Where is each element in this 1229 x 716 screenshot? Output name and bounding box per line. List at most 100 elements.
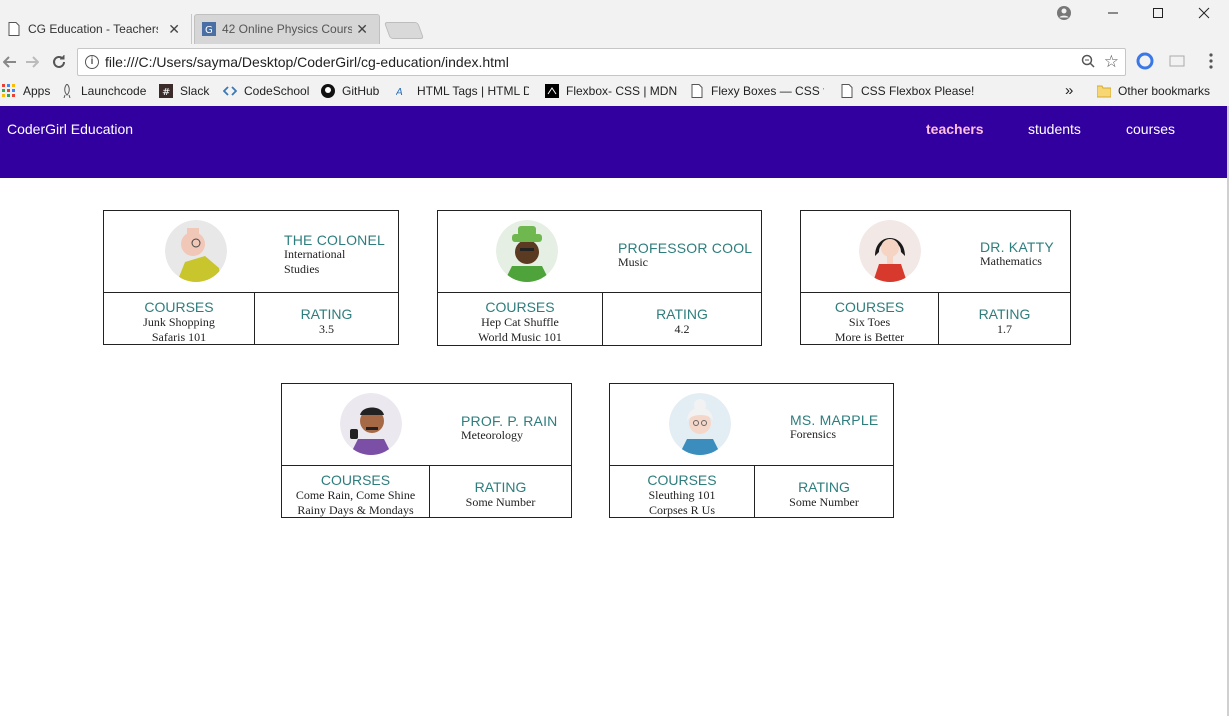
teacher-subject: International Studies <box>284 247 346 276</box>
teacher-subject: Music <box>618 255 648 269</box>
document-icon <box>841 84 853 98</box>
bookmark-css-flexbox-please[interactable]: CSS Flexbox Please! <box>840 84 974 98</box>
teacher-subject: Meteorology <box>461 428 523 442</box>
bookmark-label: Slack <box>180 84 210 98</box>
teacher-avatar <box>859 220 921 282</box>
tab-physics-course[interactable]: G 42 Online Physics Course ✕ <box>194 14 380 44</box>
course-item: More is Better <box>834 330 905 344</box>
rating-heading: RATING <box>798 479 850 495</box>
bookmark-label: CSS Flexbox Please! <box>861 84 975 98</box>
courses-column: COURSES Sleuthing 101 Corpses R Us <box>610 466 754 517</box>
document-icon <box>691 84 703 98</box>
browser-toolbar: i file:///C:/Users/sayma/Desktop/CoderGi… <box>0 44 1229 80</box>
courses-heading: COURSES <box>485 299 555 315</box>
teacher-avatar <box>496 220 558 282</box>
bookmark-label: GitHub <box>342 84 380 98</box>
courses-heading: COURSES <box>647 472 717 488</box>
forward-icon[interactable] <box>22 52 42 72</box>
nav-courses[interactable]: courses <box>1126 121 1175 137</box>
rating-column: RATING 1.7 <box>939 293 1070 344</box>
rating-value: 1.7 <box>997 322 1012 336</box>
back-icon[interactable] <box>0 52 20 72</box>
bookmark-flexy-boxes[interactable]: Flexy Boxes — CSS fle <box>690 84 824 98</box>
tab-cg-education[interactable]: CG Education - Teachers ✕ <box>0 14 192 44</box>
minimize-icon[interactable] <box>1098 2 1128 24</box>
bookmark-label: Flexy Boxes — CSS fle <box>711 84 824 98</box>
svg-text:G: G <box>205 25 213 36</box>
reload-icon[interactable] <box>49 52 69 72</box>
browser-tabstrip: CG Education - Teachers ✕ G 42 Online Ph… <box>0 0 1229 44</box>
apps-grid-icon <box>2 84 15 97</box>
course-item: World Music 101 <box>478 330 562 344</box>
teacher-name: DR. KATTY <box>980 239 1054 255</box>
courses-column: COURSES Six Toes More is Better <box>801 293 938 344</box>
nav-teachers[interactable]: teachers <box>926 121 984 137</box>
teacher-card: DR. KATTY Mathematics COURSES Six Toes M… <box>800 210 1071 345</box>
course-item: Six Toes <box>848 315 891 329</box>
bookmark-label: Launchcode <box>81 84 147 98</box>
extension-circle-icon[interactable] <box>1136 52 1154 70</box>
teacher-card: PROFESSOR COOL Music COURSES Hep Cat Shu… <box>437 210 762 346</box>
html-tags-icon: A <box>396 87 403 98</box>
rating-heading: RATING <box>656 306 708 322</box>
document-icon <box>8 22 20 36</box>
teacher-avatar <box>669 393 731 455</box>
teacher-card: THE COLONEL International Studies COURSE… <box>103 210 399 345</box>
github-icon <box>321 84 335 98</box>
course-item: Sleuthing 101 <box>648 488 716 502</box>
teacher-card: MS. MARPLE Forensics COURSES Sleuthing 1… <box>609 383 894 518</box>
bookmark-flexbox-mdn[interactable]: Flexbox- CSS | MDN <box>545 84 677 98</box>
courses-heading: COURSES <box>320 472 391 488</box>
courses-heading: COURSES <box>834 299 905 315</box>
svg-text:A: A <box>396 87 403 98</box>
course-item: Hep Cat Shuffle <box>481 315 559 329</box>
teacher-name: PROF. P. RAIN <box>461 413 558 429</box>
close-window-icon[interactable] <box>1189 2 1219 24</box>
rating-value: 4.2 <box>674 322 690 336</box>
zoom-icon[interactable] <box>1081 54 1095 72</box>
teacher-avatar <box>340 393 402 455</box>
course-item: Safaris 101 <box>151 330 207 344</box>
teacher-card: PROF. P. RAIN Meteorology COURSES Come R… <box>281 383 572 518</box>
teacher-name: THE COLONEL <box>284 232 385 248</box>
rating-value: Some Number <box>465 495 536 509</box>
new-tab-button[interactable] <box>383 22 425 39</box>
rating-column: RATING 4.2 <box>603 293 761 345</box>
courses-heading: COURSES <box>144 299 214 315</box>
bookmark-slack[interactable]: # Slack <box>159 84 209 98</box>
site-favicon-icon: G <box>202 22 216 36</box>
folder-icon <box>1097 85 1111 98</box>
bookmark-launchcode[interactable]: Launchcode <box>60 84 146 98</box>
bookmark-star-icon[interactable]: ☆ <box>1104 52 1119 72</box>
bookmark-apps[interactable]: Apps <box>2 84 50 98</box>
info-icon[interactable]: i <box>85 55 99 69</box>
bookmark-codeschool[interactable]: CodeSchool <box>223 84 309 98</box>
more-bookmarks-button[interactable]: » <box>1065 82 1073 99</box>
rating-column: RATING 3.5 <box>255 293 398 344</box>
rating-column: RATING Some Number <box>755 466 893 517</box>
bookmark-other[interactable]: Other bookmarks <box>1097 84 1210 98</box>
teacher-name: MS. MARPLE <box>790 412 879 428</box>
site-header: CoderGirl Education teachers students co… <box>0 106 1227 178</box>
teacher-subject: Forensics <box>790 427 836 441</box>
tab-title: 42 Online Physics Course <box>222 22 352 36</box>
rating-heading: RATING <box>474 479 527 495</box>
bookmark-label: CodeSchool <box>244 84 310 98</box>
bookmark-github[interactable]: GitHub <box>321 84 379 98</box>
address-bar[interactable]: i file:///C:/Users/sayma/Desktop/CoderGi… <box>77 48 1126 76</box>
extension-cast-icon[interactable] <box>1168 52 1186 70</box>
bookmarks-bar: Apps Launchcode # Slack CodeSchool GitHu… <box>0 80 1229 106</box>
tab-close-icon[interactable]: ✕ <box>168 21 180 37</box>
profile-icon[interactable] <box>1049 2 1079 24</box>
code-icon <box>223 86 237 96</box>
teacher-avatar <box>165 220 227 282</box>
bookmark-html-tags[interactable]: A HTML Tags | HTML D <box>396 84 529 98</box>
maximize-icon[interactable] <box>1143 2 1173 24</box>
courses-column: COURSES Hep Cat Shuffle World Music 101 <box>438 293 602 345</box>
nav-students[interactable]: students <box>1028 121 1081 137</box>
bookmark-label: Apps <box>23 84 51 98</box>
menu-icon[interactable] <box>1202 52 1220 70</box>
bookmark-label: Other bookmarks <box>1118 84 1211 98</box>
site-brand[interactable]: CoderGirl Education <box>7 121 133 137</box>
tab-close-icon[interactable]: ✕ <box>356 21 368 37</box>
